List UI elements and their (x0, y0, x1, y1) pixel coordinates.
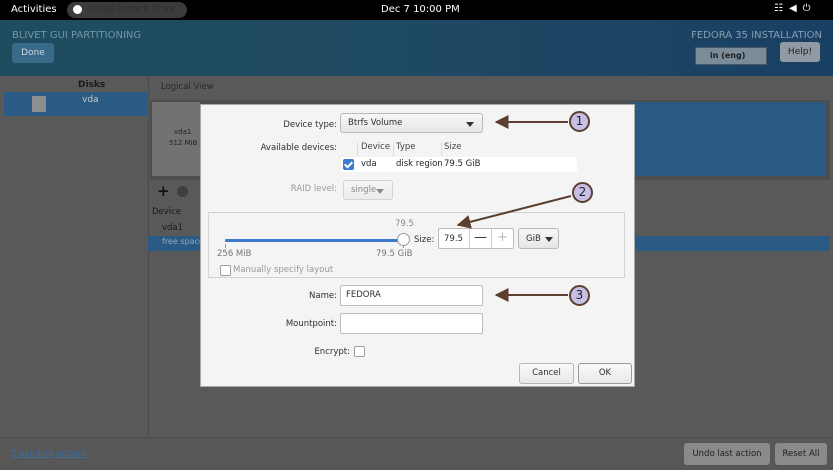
callout-1: 1 (569, 111, 590, 132)
callout-3: 3 (569, 285, 590, 306)
callout-arrow-2 (456, 195, 572, 229)
annotation-layer (456, 115, 572, 302)
callout-2: 2 (572, 182, 593, 203)
